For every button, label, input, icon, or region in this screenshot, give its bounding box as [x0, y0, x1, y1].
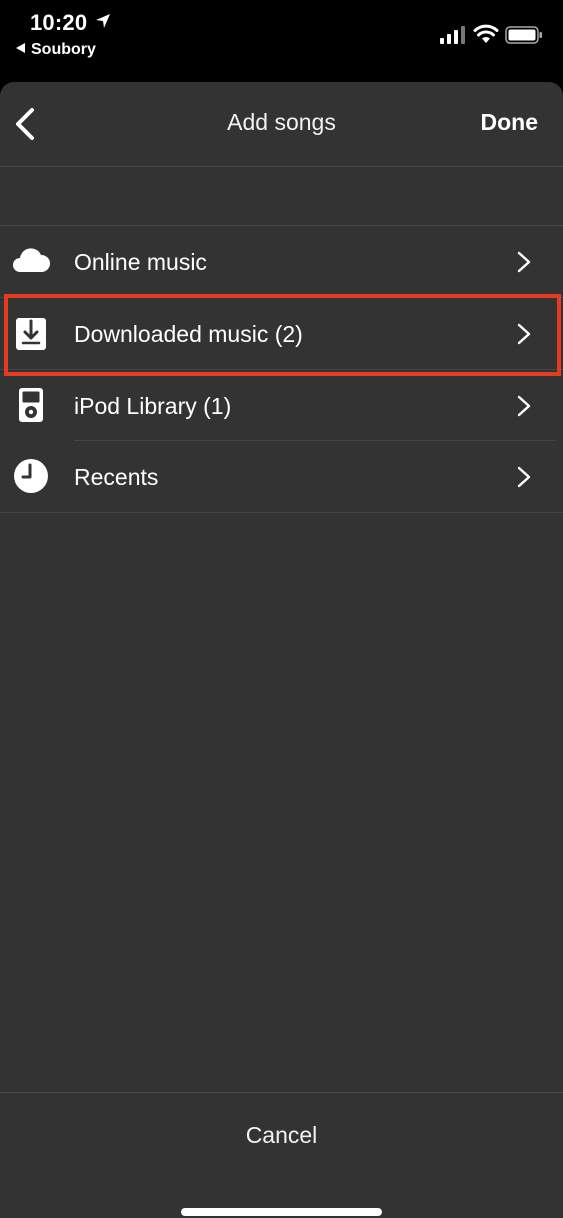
cloud-icon	[13, 248, 50, 272]
source-label: Online music	[74, 249, 207, 275]
chevron-right-icon	[517, 395, 531, 417]
add-songs-sheet: Add songs Done Online music Downloaded m…	[0, 82, 563, 1218]
chevron-right-icon	[517, 251, 531, 273]
source-label: Downloaded music (2)	[74, 321, 303, 347]
nav-bar: Add songs Done	[0, 82, 563, 167]
home-indicator[interactable]	[181, 1208, 382, 1216]
source-label: iPod Library (1)	[74, 393, 232, 419]
cellular-signal-icon	[440, 26, 465, 44]
page-title: Add songs	[227, 109, 336, 135]
done-button[interactable]: Done	[481, 109, 539, 136]
chevron-right-icon	[517, 466, 531, 488]
back-to-app-link[interactable]: Soubory	[16, 41, 96, 59]
chevron-right-icon	[517, 323, 531, 345]
download-icon	[16, 318, 46, 350]
clock-icon	[14, 459, 48, 493]
battery-icon	[505, 26, 542, 44]
wifi-icon	[473, 24, 499, 43]
cancel-bar: Cancel	[0, 1092, 563, 1218]
ipod-icon	[19, 388, 43, 422]
back-triangle-icon	[16, 43, 25, 53]
status-bar: 10:20 Soubory	[0, 0, 563, 80]
location-arrow-icon	[96, 14, 110, 28]
source-item-downloaded-music[interactable]: Downloaded music (2)	[0, 298, 563, 370]
source-item-recents[interactable]: Recents	[0, 441, 563, 513]
status-time: 10:20	[30, 10, 88, 35]
cancel-button[interactable]: Cancel	[0, 1122, 563, 1149]
back-app-label: Soubory	[31, 41, 96, 58]
source-list: Online music Downloaded music (2) iPod L…	[0, 225, 563, 513]
source-item-online-music[interactable]: Online music	[0, 226, 563, 298]
source-item-ipod-library[interactable]: iPod Library (1)	[0, 370, 563, 441]
source-label: Recents	[74, 464, 159, 490]
